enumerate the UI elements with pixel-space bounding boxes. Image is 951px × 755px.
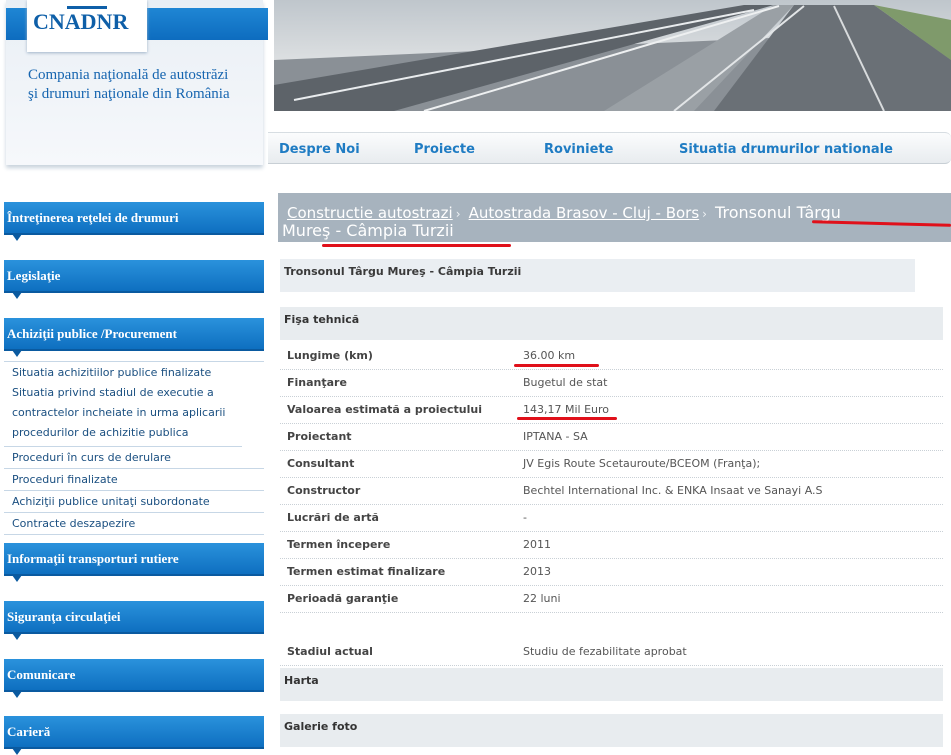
tagline-line1: Compania naţională de autostrăzi: [28, 67, 229, 83]
sidebar-item-proceduri-finalizate[interactable]: Proceduri finalizate: [4, 469, 264, 491]
spec-value: JV Egis Route Scetauroute/BCEOM (Franţa)…: [523, 457, 761, 470]
table-row: Consultant JV Egis Route Scetauroute/BCEO…: [280, 451, 943, 478]
breadcrumb-line1: Constructie autostrazi › Autostrada Braso…: [287, 203, 841, 222]
sidebar-item-contracte-deszapezire[interactable]: Contracte deszapezire: [4, 513, 264, 535]
spec-value: 36.00 km: [523, 349, 576, 362]
nav-roviniete[interactable]: Roviniete: [544, 142, 613, 157]
top-navigation: Despre Noi Proiecte Roviniete Situatia d…: [268, 132, 951, 164]
specs-table: Lungime (km) 36.00 km Finanţare Bugetul de…: [280, 343, 943, 666]
section-title: Harta: [284, 674, 319, 687]
sidebar-section-label: Legislaţie: [7, 268, 61, 283]
spec-value: 2011: [523, 538, 551, 551]
logo-mark-icon: [67, 0, 107, 9]
spec-label: Finanţare: [287, 376, 347, 389]
breadcrumb-current: Tronsonul Târgu: [715, 203, 841, 222]
sidebar-section-label: Achiziţii publice /Procurement: [7, 326, 177, 341]
table-row: Lungime (km) 36.00 km: [280, 343, 943, 370]
spec-label: Constructor: [287, 484, 361, 497]
status-label: Stadiul actual: [287, 645, 373, 658]
sidebar-section-label: Întreţinerea reţelei de drumuri: [7, 210, 179, 225]
section-title: Galerie foto: [284, 720, 358, 733]
sidebar-section-legislatie[interactable]: Legislaţie: [4, 260, 264, 299]
spec-label: Valoarea estimată a proiectului: [287, 403, 482, 416]
section-fisa-tehnica: Fişa tehnică: [280, 307, 943, 340]
sidebar-section-label: Informaţii transporturi rutiere: [7, 551, 179, 566]
breadcrumb: Constructie autostrazi › Autostrada Braso…: [278, 193, 951, 242]
sidebar-procurement-list: Situatia achizitiilor publice finalizate…: [4, 361, 264, 535]
sidebar-item-unitati-subordonate[interactable]: Achiziţii publice unitaţi subordonate: [4, 491, 264, 513]
spec-value: 2013: [523, 565, 551, 578]
page-title: Tronsonul Târgu Mureş - Câmpia Turzii: [280, 259, 915, 292]
logo[interactable]: CNADNR: [27, 0, 147, 52]
sidebar-item-achizitii-finalizate[interactable]: Situatia achizitiilor publice finalizate: [4, 362, 264, 383]
section-harta[interactable]: Harta: [280, 668, 943, 701]
sidebar-item-stadiu-executie[interactable]: Situatia privind stadiul de executie a c…: [4, 383, 242, 447]
table-spacer: [280, 613, 943, 639]
table-row: Termen începere 2011: [280, 532, 943, 559]
highway-illustration: [274, 0, 951, 111]
breadcrumb-link-constructie[interactable]: Constructie autostrazi: [287, 204, 453, 222]
chevron-right-icon: ›: [455, 207, 461, 221]
annotation-underline: [517, 417, 617, 420]
tagline: Compania naţională de autostrăzi şi drum…: [28, 66, 264, 104]
section-galerie-foto[interactable]: Galerie foto: [280, 714, 943, 747]
table-row: Termen estimat finalizare 2013: [280, 559, 943, 586]
spec-label: Lungime (km): [287, 349, 373, 362]
page-title-text: Tronsonul Târgu Mureş - Câmpia Turzii: [284, 265, 522, 278]
table-row: Finanţare Bugetul de stat: [280, 370, 943, 397]
sidebar-section-achizitii[interactable]: Achiziţii publice /Procurement: [4, 318, 264, 357]
spec-label: Termen estimat finalizare: [287, 565, 446, 578]
sidebar-section-label: Siguranţa circulaţiei: [7, 609, 121, 624]
sidebar-section-siguranta[interactable]: Siguranţa circulaţiei: [4, 601, 264, 640]
spec-value: Bugetul de stat: [523, 376, 608, 389]
spec-value: 143,17 Mil Euro: [523, 403, 610, 416]
sidebar-section-informatii-transporturi[interactable]: Informaţii transporturi rutiere: [4, 543, 264, 582]
nav-proiecte[interactable]: Proiecte: [414, 142, 475, 157]
logo-panel: CNADNR Compania naţională de autostrăzi …: [6, 0, 268, 165]
sidebar-section-comunicare[interactable]: Comunicare: [4, 659, 264, 698]
table-row-status: Stadiul actual Studiu de fezabilitate apr…: [280, 639, 943, 666]
table-row: Lucrări de artă -: [280, 505, 943, 532]
chevron-right-icon: ›: [702, 207, 707, 221]
section-title: Fişa tehnică: [284, 313, 360, 326]
spec-label: Termen începere: [287, 538, 391, 551]
status-value: Studiu de fezabilitate aprobat: [523, 645, 687, 658]
spec-value: IPTANA - SA: [523, 430, 588, 443]
logo-text: CNADNR: [33, 9, 129, 34]
nav-despre-noi[interactable]: Despre Noi: [279, 142, 360, 157]
table-row: Constructor Bechtel International Inc. & …: [280, 478, 943, 505]
spec-value: Bechtel International Inc. & ENKA Insaat…: [523, 484, 823, 497]
sidebar-section-intretinere[interactable]: Întreţinerea reţelei de drumuri: [4, 202, 264, 241]
nav-situatia-drumurilor[interactable]: Situatia drumurilor nationale: [679, 142, 893, 157]
breadcrumb-link-autostrada[interactable]: Autostrada Brasov - Cluj - Bors: [469, 204, 700, 222]
hero-image-highway: [274, 0, 951, 111]
sidebar-section-cariera[interactable]: Carieră: [4, 716, 264, 755]
annotation-underline: [322, 244, 511, 247]
spec-value: -: [523, 511, 527, 524]
table-row: Perioadă garanţie 22 luni: [280, 586, 943, 613]
spec-label: Perioadă garanţie: [287, 592, 399, 605]
spec-value: 22 luni: [523, 592, 561, 605]
spec-label: Consultant: [287, 457, 355, 470]
tagline-line2: şi drumuri naţionale din România: [28, 86, 230, 102]
table-row: Proiectant IPTANA - SA: [280, 424, 943, 451]
sidebar-item-proceduri-curs[interactable]: Proceduri în curs de derulare: [4, 447, 264, 469]
breadcrumb-current-continued: Mureş - Câmpia Turzii: [282, 221, 454, 240]
annotation-underline: [514, 364, 599, 367]
sidebar-section-label: Comunicare: [7, 667, 76, 682]
sidebar-section-label: Carieră: [7, 724, 51, 739]
spec-label: Proiectant: [287, 430, 352, 443]
spec-label: Lucrări de artă: [287, 511, 379, 524]
